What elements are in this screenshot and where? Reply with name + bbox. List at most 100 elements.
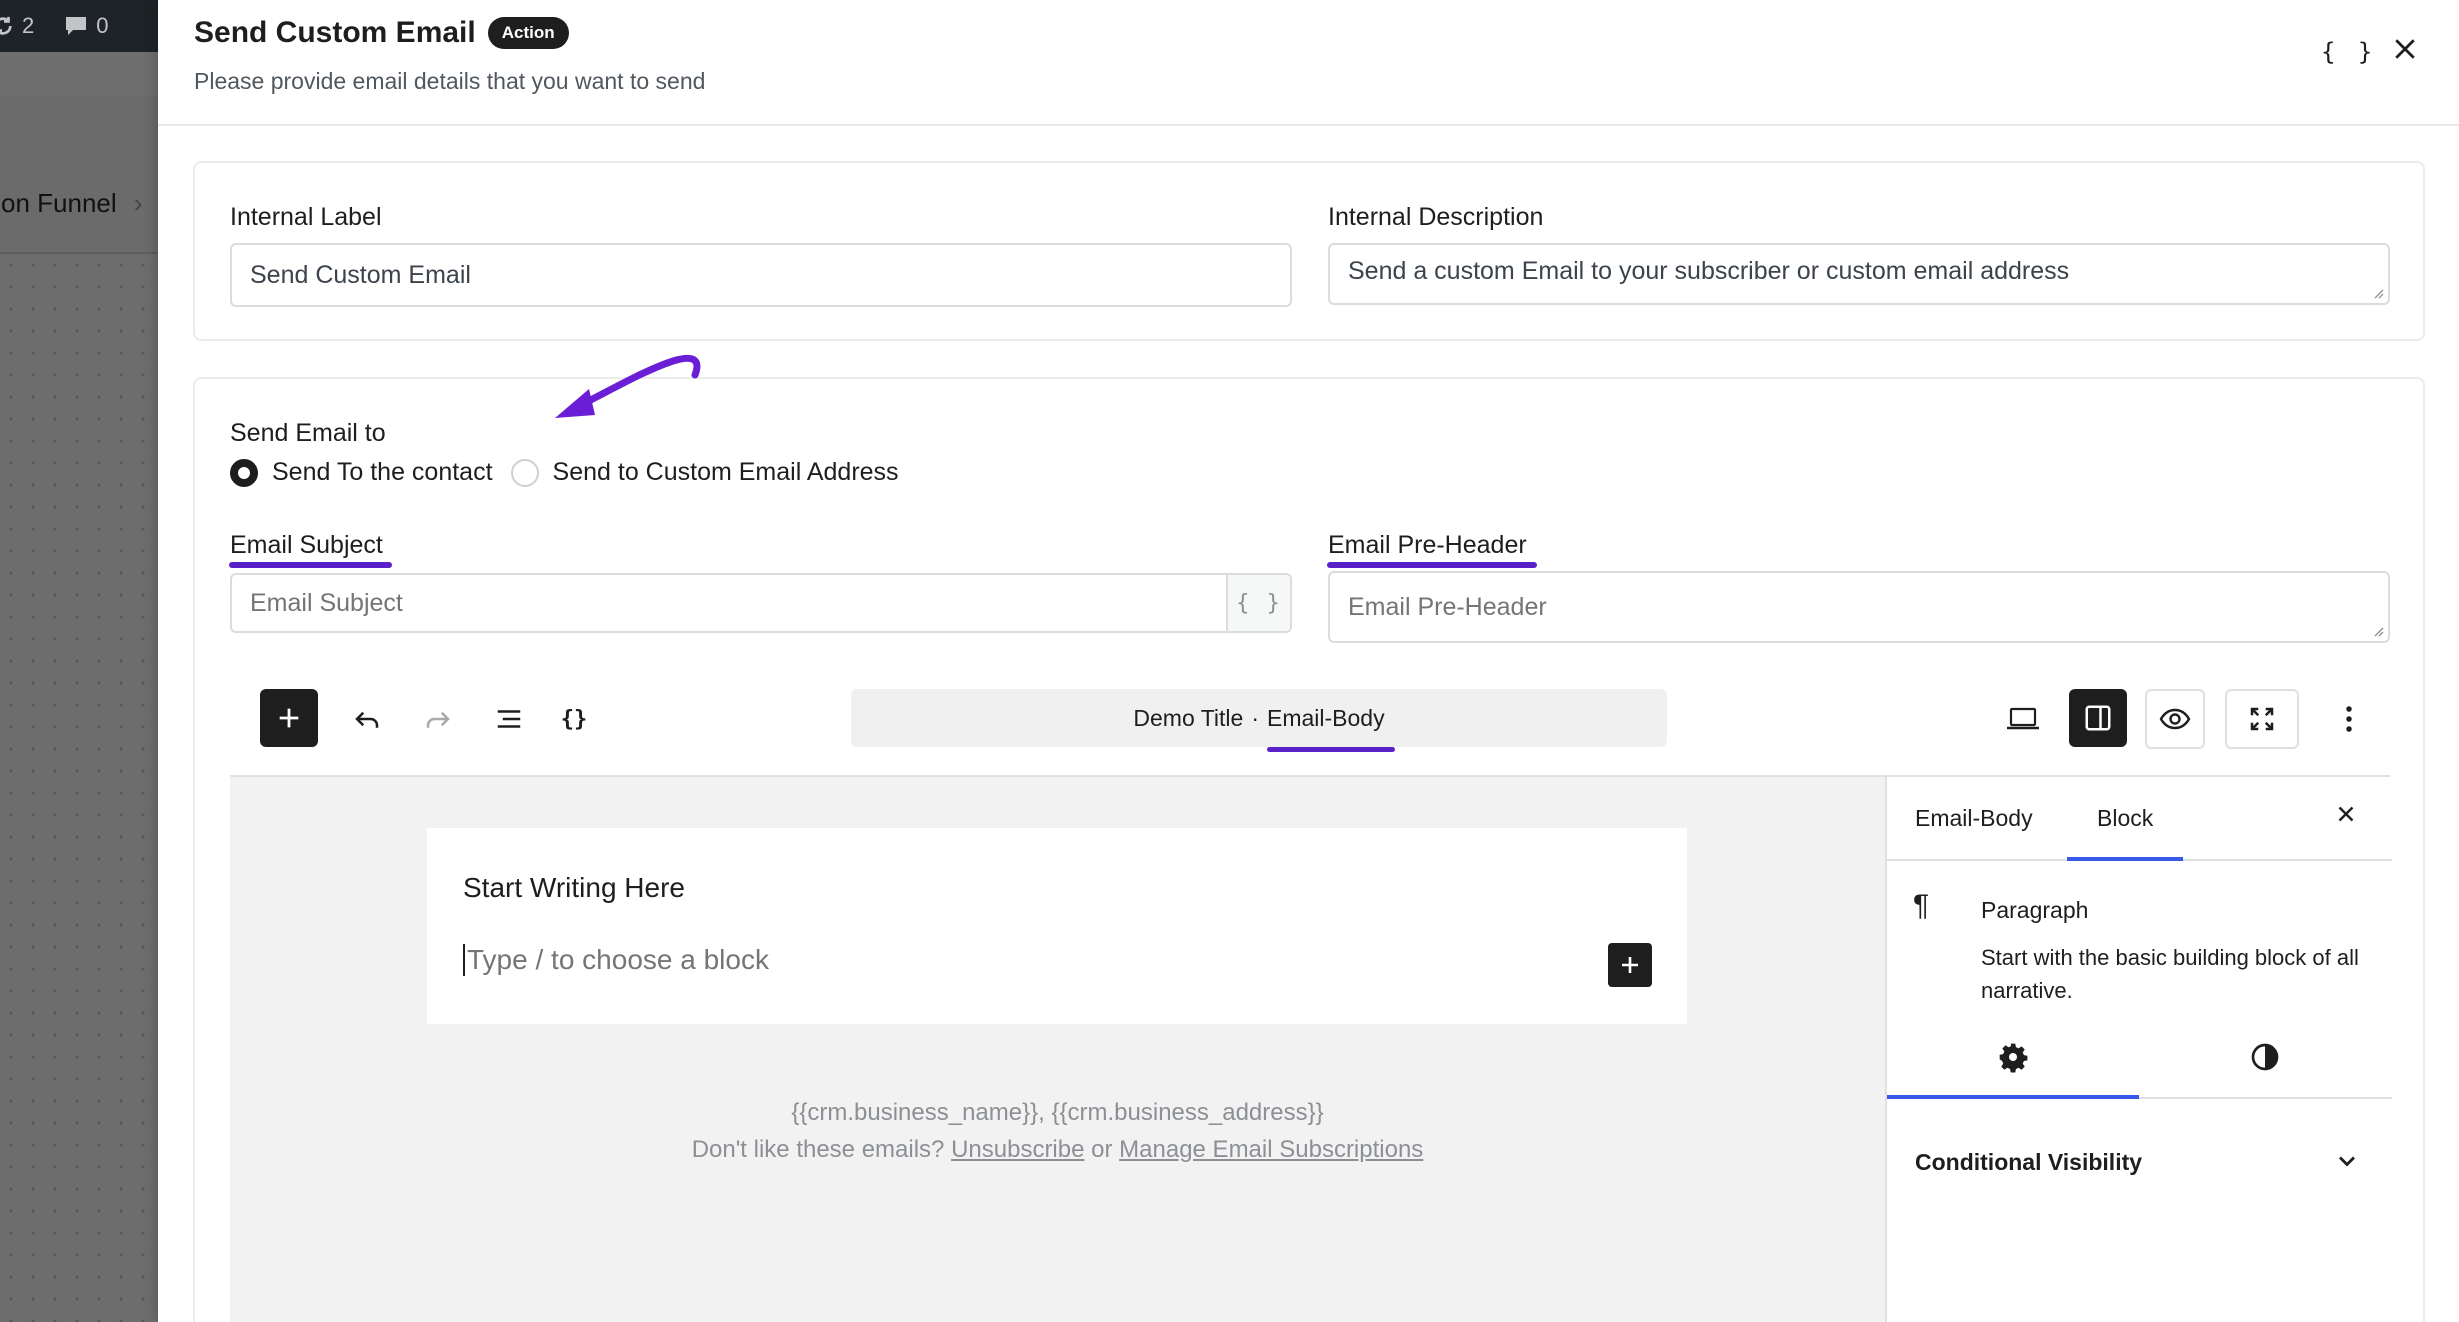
gear-icon — [1999, 1043, 2028, 1073]
comment-icon — [66, 17, 87, 35]
radio-send-to-custom-address-label[interactable]: Send to Custom Email Address — [553, 458, 899, 487]
document-title-bar[interactable]: Demo Title · Email-Body — [851, 689, 1667, 752]
redo-button[interactable] — [415, 696, 461, 742]
block-card-title: Paragraph — [1981, 897, 2089, 923]
block-settings-subtabs — [1887, 1013, 2392, 1099]
tab-block[interactable]: Block — [2097, 805, 2153, 832]
email-preheader-underline — [1327, 562, 1537, 568]
resize-handle-icon[interactable] — [2372, 287, 2384, 299]
send-email-to-label: Send Email to — [230, 419, 386, 447]
smartcode-toolbar-button[interactable]: {} — [551, 696, 597, 742]
comments-indicator[interactable]: 0 — [64, 13, 109, 39]
editor-canvas: Start Writing Here Type / to choose a bl… — [230, 777, 1885, 1322]
doc-type-underline — [1267, 746, 1395, 752]
close-icon[interactable] — [2333, 801, 2359, 832]
email-subject-underline — [229, 562, 392, 568]
admin-bar: 2 0 — [0, 0, 158, 52]
block-heading[interactable]: Start Writing Here — [463, 872, 685, 904]
settings-sidebar-toggle[interactable] — [2069, 689, 2127, 747]
background-breadcrumb: tion Funnel › — [0, 188, 143, 219]
code-braces-icon[interactable]: { } — [2321, 38, 2376, 66]
internal-info-card: Internal Label Send Custom Email Interna… — [193, 161, 2425, 341]
list-view-button[interactable] — [486, 696, 532, 742]
internal-description-label: Internal Description — [1328, 203, 1544, 231]
updates-count: 2 — [22, 13, 35, 38]
title-row: Send Custom Email Action — [194, 16, 569, 50]
redo-icon — [426, 711, 450, 728]
more-options-button[interactable] — [2326, 696, 2372, 742]
footer-unsubscribe-line: Don't like these emails? Unsubscribe or … — [230, 1136, 1885, 1164]
email-preheader-placeholder: Email Pre-Header — [1348, 592, 1547, 621]
chevron-down-icon[interactable] — [2333, 1147, 2361, 1180]
more-vertical-icon — [2346, 706, 2352, 732]
paragraph-block[interactable]: Start Writing Here Type / to choose a bl… — [427, 828, 1687, 1024]
email-subject-placeholder: Email Subject — [250, 588, 403, 617]
action-badge: Action — [487, 17, 569, 49]
drawer-title: Send Custom Email — [194, 16, 476, 49]
manage-subscriptions-link[interactable]: Manage Email Subscriptions — [1119, 1136, 1423, 1163]
block-add-button[interactable] — [1608, 943, 1652, 987]
plus-icon — [1622, 957, 1638, 973]
unsubscribe-link[interactable]: Unsubscribe — [951, 1136, 1084, 1163]
chevron-right-icon: › — [133, 188, 143, 218]
email-preheader-textarea[interactable]: Email Pre-Header — [1328, 571, 2390, 643]
email-preheader-label: Email Pre-Header — [1328, 531, 1527, 559]
breadcrumb-text: tion Funnel — [0, 188, 117, 218]
inserter-button[interactable] — [260, 689, 318, 747]
internal-description-textarea[interactable]: Send a custom Email to your subscriber o… — [1328, 243, 2390, 305]
tab-email-body[interactable]: Email-Body — [1915, 805, 2033, 832]
updates-indicator[interactable]: 2 — [0, 13, 34, 39]
send-email-to-options: Send To the contact Send to Custom Email… — [230, 458, 917, 487]
styles-subtab[interactable] — [2249, 1041, 2281, 1078]
drawer-header: Send Custom Email Action Please provide … — [158, 0, 2459, 126]
radio-send-to-custom-address[interactable] — [510, 458, 539, 487]
internal-label-input[interactable]: Send Custom Email — [230, 243, 1292, 307]
drawer-subtitle: Please provide email details that you wa… — [194, 68, 706, 94]
footer-or: or — [1091, 1136, 1113, 1163]
sync-icon — [0, 16, 12, 35]
undo-icon — [355, 711, 379, 728]
settings-subtab[interactable] — [1997, 1041, 2029, 1078]
paragraph-icon: ¶ — [1913, 889, 1930, 922]
code-braces-icon: {} — [560, 706, 588, 732]
fullscreen-button[interactable] — [2225, 689, 2299, 749]
active-subtab-indicator — [1887, 1095, 2139, 1099]
block-card-description: Start with the basic building block of a… — [1981, 945, 2359, 1003]
close-icon[interactable] — [2390, 34, 2420, 71]
plus-icon — [279, 708, 299, 728]
doc-title-separator: · — [1251, 704, 1259, 731]
block-appender[interactable]: Type / to choose a block — [463, 944, 769, 976]
desktop-preview-button[interactable] — [2000, 696, 2046, 742]
doc-type-text: Email-Body — [1267, 704, 1395, 752]
preview-button[interactable] — [2145, 689, 2205, 749]
eye-icon — [2159, 708, 2191, 730]
comments-count: 0 — [96, 13, 109, 38]
background-breadcrumb-bar — [0, 96, 158, 254]
desktop-icon — [2007, 707, 2039, 730]
radio-send-to-contact[interactable] — [230, 458, 258, 487]
undo-button[interactable] — [344, 696, 390, 742]
internal-description-value: Send a custom Email to your subscriber o… — [1348, 257, 2070, 285]
email-subject-input[interactable]: Email Subject { } — [230, 573, 1292, 633]
send-custom-email-drawer: Send Custom Email Action Please provide … — [158, 0, 2459, 1322]
panel-tabs: Email-Body Block — [1887, 777, 2392, 861]
doc-type-label: Email-Body — [1267, 704, 1385, 731]
contrast-icon — [2251, 1043, 2279, 1071]
internal-label-label: Internal Label — [230, 203, 382, 231]
background-canvas — [0, 254, 158, 1322]
fullscreen-icon — [2250, 707, 2274, 731]
active-tab-indicator — [2067, 857, 2183, 861]
conditional-visibility-toggle[interactable]: Conditional Visibility — [1915, 1149, 2142, 1176]
footer-business-info: {{crm.business_name}}, {{crm.business_ad… — [791, 1099, 1324, 1126]
block-settings-panel: Email-Body Block ¶ Paragraph Start with … — [1885, 777, 2392, 1322]
radio-send-to-contact-label[interactable]: Send To the contact — [272, 458, 493, 487]
footer-prefix: Don't like these emails? — [691, 1136, 945, 1163]
email-subject-label: Email Subject — [230, 531, 383, 559]
annotation-arrow-icon — [555, 354, 701, 418]
doc-title-text: Demo Title — [1133, 704, 1244, 731]
background-app: 2 0 tion Funnel › — [0, 0, 158, 1322]
resize-handle-icon[interactable] — [2372, 625, 2384, 637]
list-view-icon — [497, 710, 521, 728]
sidebar-icon — [2085, 705, 2111, 731]
smartcode-button[interactable]: { } — [1226, 575, 1290, 631]
